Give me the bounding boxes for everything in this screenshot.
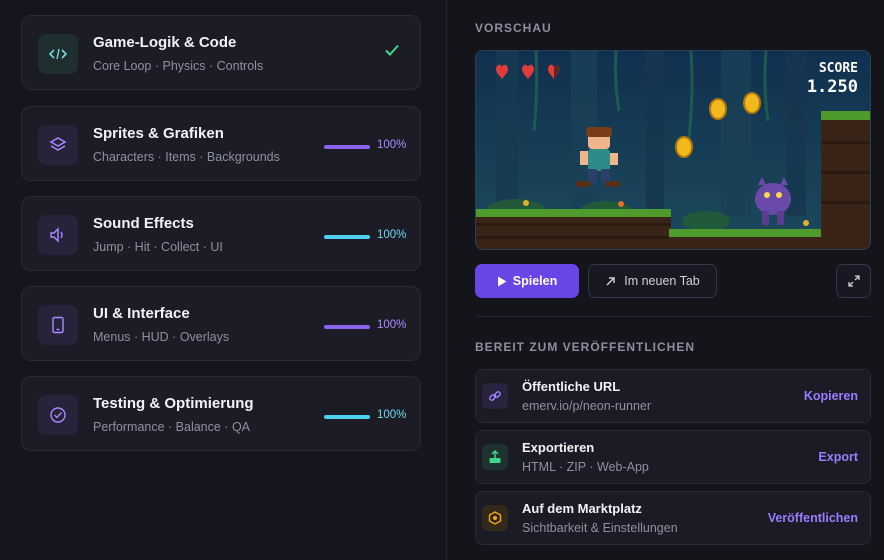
task-title: Game-Logik & Code bbox=[93, 34, 237, 51]
progress-bar bbox=[324, 145, 370, 149]
task-subtitle: Core Loop · Physics · Controls bbox=[93, 59, 264, 73]
task-card-ui[interactable]: UI & Interface Menus · HUD · Overlays 10… bbox=[21, 286, 421, 361]
export-row[interactable]: Exportieren HTML · ZIP · Web-App Export bbox=[475, 430, 871, 484]
progress-bar bbox=[324, 325, 370, 329]
play-button[interactable]: Spielen bbox=[475, 264, 579, 298]
task-title: UI & Interface bbox=[93, 305, 190, 322]
check-icon bbox=[384, 42, 400, 63]
task-subtitle: Jump · Hit · Collect · UI bbox=[93, 240, 223, 254]
layers-icon bbox=[38, 125, 78, 165]
link-icon bbox=[482, 383, 508, 409]
task-card-game-logic[interactable]: Game-Logik & Code Core Loop · Physics · … bbox=[21, 15, 421, 90]
progress-bar bbox=[324, 415, 370, 419]
game-preview[interactable]: SCORE 1.250 bbox=[475, 50, 871, 250]
play-button-label: Spielen bbox=[512, 274, 558, 288]
publish-item-title: Öffentliche URL bbox=[522, 379, 621, 394]
progress-percent: 100% bbox=[377, 229, 407, 241]
marketplace-row[interactable]: Auf dem Marktplatz Sichtbarkeit & Einste… bbox=[475, 491, 871, 545]
task-title: Sprites & Grafiken bbox=[93, 125, 224, 142]
publish-item-subtitle: emerv.io/p/neon-runner bbox=[522, 399, 652, 413]
task-card-sound[interactable]: Sound Effects Jump · Hit · Collect · UI … bbox=[21, 196, 421, 271]
export-button[interactable]: Export bbox=[818, 450, 858, 464]
score-label: SCORE bbox=[818, 61, 858, 76]
task-subtitle: Characters · Items · Backgrounds bbox=[93, 150, 280, 164]
preview-panel: VORSCHAU SCORE 1.250 Spielen Im neuen Ta… bbox=[447, 0, 884, 560]
progress-percent: 100% bbox=[377, 319, 407, 331]
export-icon bbox=[482, 444, 508, 470]
progress-percent: 100% bbox=[377, 409, 407, 421]
task-card-testing[interactable]: Testing & Optimierung Performance · Bala… bbox=[21, 376, 421, 451]
task-panel: Game-Logik & Code Core Loop · Physics · … bbox=[0, 0, 446, 560]
check-circle-icon bbox=[38, 395, 78, 435]
public-url-row[interactable]: Öffentliche URL emerv.io/p/neon-runner K… bbox=[475, 369, 871, 423]
code-icon bbox=[38, 34, 78, 74]
publish-item-title: Auf dem Marktplatz bbox=[522, 501, 642, 516]
open-new-tab-label: Im neuen Tab bbox=[624, 274, 700, 288]
speaker-icon bbox=[38, 215, 78, 255]
publish-heading: BEREIT ZUM VERÖFFENTLICHEN bbox=[475, 340, 695, 354]
publish-item-title: Exportieren bbox=[522, 440, 595, 455]
task-card-sprites[interactable]: Sprites & Grafiken Characters · Items · … bbox=[21, 106, 421, 181]
tablet-icon bbox=[38, 305, 78, 345]
task-subtitle: Menus · HUD · Overlays bbox=[93, 330, 230, 344]
marketplace-badge-icon bbox=[482, 505, 508, 531]
copy-button[interactable]: Kopieren bbox=[804, 389, 858, 403]
publish-item-subtitle: HTML · ZIP · Web-App bbox=[522, 460, 649, 474]
progress-bar bbox=[324, 235, 370, 239]
external-link-icon bbox=[606, 276, 615, 285]
section-divider bbox=[475, 316, 871, 317]
publish-item-subtitle: Sichtbarkeit & Einstellungen bbox=[522, 521, 678, 535]
publish-button[interactable]: Veröffentlichen bbox=[768, 511, 858, 525]
score-value: 1.250 bbox=[806, 77, 858, 97]
task-title: Testing & Optimierung bbox=[93, 395, 254, 412]
play-icon bbox=[497, 276, 507, 286]
open-new-tab-button[interactable]: Im neuen Tab bbox=[588, 264, 717, 298]
fullscreen-button[interactable] bbox=[836, 264, 871, 298]
expand-icon bbox=[847, 275, 860, 287]
task-title: Sound Effects bbox=[93, 215, 194, 232]
progress-percent: 100% bbox=[377, 139, 407, 151]
task-subtitle: Performance · Balance · QA bbox=[93, 420, 251, 434]
preview-heading: VORSCHAU bbox=[475, 21, 552, 35]
